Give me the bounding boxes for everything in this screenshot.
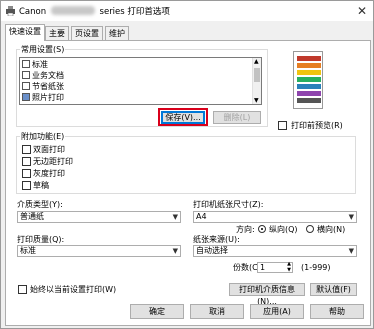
portrait-radio[interactable] xyxy=(258,225,266,233)
borderless-label: 无边距打印 xyxy=(33,157,73,166)
preview-checkbox[interactable] xyxy=(278,121,287,130)
tab-main[interactable]: 主要 xyxy=(45,26,69,40)
duplex-checkbox[interactable] xyxy=(22,145,31,154)
printer-preferences-window: Canon series 打印首选项 ✕ 快速设置 主要 页设置 维护 常用设置… xyxy=(0,0,374,329)
list-item-label: 标准 xyxy=(32,60,48,69)
grayscale-label: 灰度打印 xyxy=(33,169,65,178)
scroll-up-icon[interactable]: ▲ xyxy=(254,58,259,65)
draft-label: 草稿 xyxy=(33,181,49,190)
printer-icon xyxy=(6,6,15,16)
redacted-model xyxy=(50,6,95,15)
grayscale-checkbox[interactable] xyxy=(22,169,31,178)
paper-source-select[interactable]: 自动选择 ▼ xyxy=(193,245,357,257)
orientation-label: 方向: xyxy=(236,225,255,234)
always-print-checkbox[interactable] xyxy=(18,285,27,294)
list-item[interactable]: 节省纸张 xyxy=(22,82,64,92)
list-scrollbar[interactable]: ▲ ▼ xyxy=(252,58,261,104)
save-button[interactable]: 保存(V)... xyxy=(161,111,205,124)
portrait-label: 纵向(Q) xyxy=(269,225,298,234)
paper-source-label: 纸张来源(U): xyxy=(193,235,240,244)
landscape-label: 横向(N) xyxy=(317,225,346,234)
tab-maintenance[interactable]: 维护 xyxy=(105,26,129,40)
list-item[interactable]: 照片打印 xyxy=(22,93,64,103)
chevron-down-icon: ▼ xyxy=(348,247,354,255)
title-bar: Canon series 打印首选项 ✕ xyxy=(1,1,373,21)
list-item-label: 照片打印 xyxy=(32,93,64,102)
media-info-button[interactable]: 打印机介质信息(N)... xyxy=(229,283,305,306)
tab-page-setup[interactable]: 页设置 xyxy=(71,26,103,40)
title-brand: Canon xyxy=(19,7,47,17)
list-item[interactable]: 业务文档 xyxy=(22,71,64,81)
list-item-label: 节省纸张 xyxy=(32,82,64,91)
media-type-select[interactable]: 普通纸 ▼ xyxy=(17,211,181,223)
list-item-label: 业务文档 xyxy=(32,71,64,80)
document-icon xyxy=(22,71,30,79)
tab-quick-setup[interactable]: 快速设置 xyxy=(5,24,45,41)
always-print-label: 始终以当前设置打印(W) xyxy=(30,285,117,294)
common-settings-list[interactable]: 标准 业务文档 节省纸张 照片打印 ▲ ▼ xyxy=(19,57,262,105)
scroll-down-icon[interactable]: ▼ xyxy=(254,97,259,104)
copies-stepper[interactable]: 1 ▲ ▼ xyxy=(257,262,293,273)
ok-button[interactable]: 确定 xyxy=(130,304,184,319)
photo-icon xyxy=(22,93,30,101)
scroll-thumb[interactable] xyxy=(254,68,260,82)
paper-source-value: 自动选择 xyxy=(196,246,228,255)
chevron-down-icon: ▼ xyxy=(348,213,354,221)
borderless-checkbox[interactable] xyxy=(22,157,31,166)
paper-size-value: A4 xyxy=(196,212,207,221)
paper-size-select[interactable]: A4 ▼ xyxy=(193,211,357,223)
print-quality-value: 标准 xyxy=(20,246,36,255)
chevron-down-icon: ▼ xyxy=(172,213,178,221)
help-button[interactable]: 帮助 xyxy=(310,304,364,319)
cancel-button[interactable]: 取消 xyxy=(190,304,244,319)
chevron-down-icon: ▼ xyxy=(172,247,178,255)
common-settings-label: 常用设置(S) xyxy=(20,45,66,54)
copies-range: (1-999) xyxy=(301,263,331,272)
draft-checkbox[interactable] xyxy=(22,181,31,190)
delete-button[interactable]: 删除(L) xyxy=(213,111,261,124)
copies-value[interactable]: 1 xyxy=(260,263,265,273)
preview-checkbox-label: 打印前预览(R) xyxy=(291,121,343,130)
spin-down-icon[interactable]: ▼ xyxy=(287,268,291,273)
list-item[interactable]: 标准 xyxy=(22,60,48,70)
window-title: Canon series 打印首选项 xyxy=(19,5,170,17)
paper-size-label: 打印机纸张尺寸(Z): xyxy=(193,200,264,209)
additional-features-label: 附加功能(E) xyxy=(20,132,66,141)
duplex-label: 双面打印 xyxy=(33,145,65,154)
apply-button[interactable]: 应用(A) xyxy=(250,304,304,319)
close-icon[interactable]: ✕ xyxy=(353,3,371,19)
media-type-value: 普通纸 xyxy=(20,212,44,221)
title-suffix: series 打印首选项 xyxy=(99,7,170,17)
document-icon xyxy=(22,60,30,68)
print-quality-label: 打印质量(Q): xyxy=(17,235,65,244)
media-type-label: 介质类型(Y): xyxy=(17,200,63,209)
paper-preview xyxy=(293,51,323,109)
landscape-radio[interactable] xyxy=(306,225,314,233)
print-quality-select[interactable]: 标准 ▼ xyxy=(17,245,181,257)
defaults-button[interactable]: 默认值(F) xyxy=(310,283,357,296)
paper-icon xyxy=(22,82,30,90)
